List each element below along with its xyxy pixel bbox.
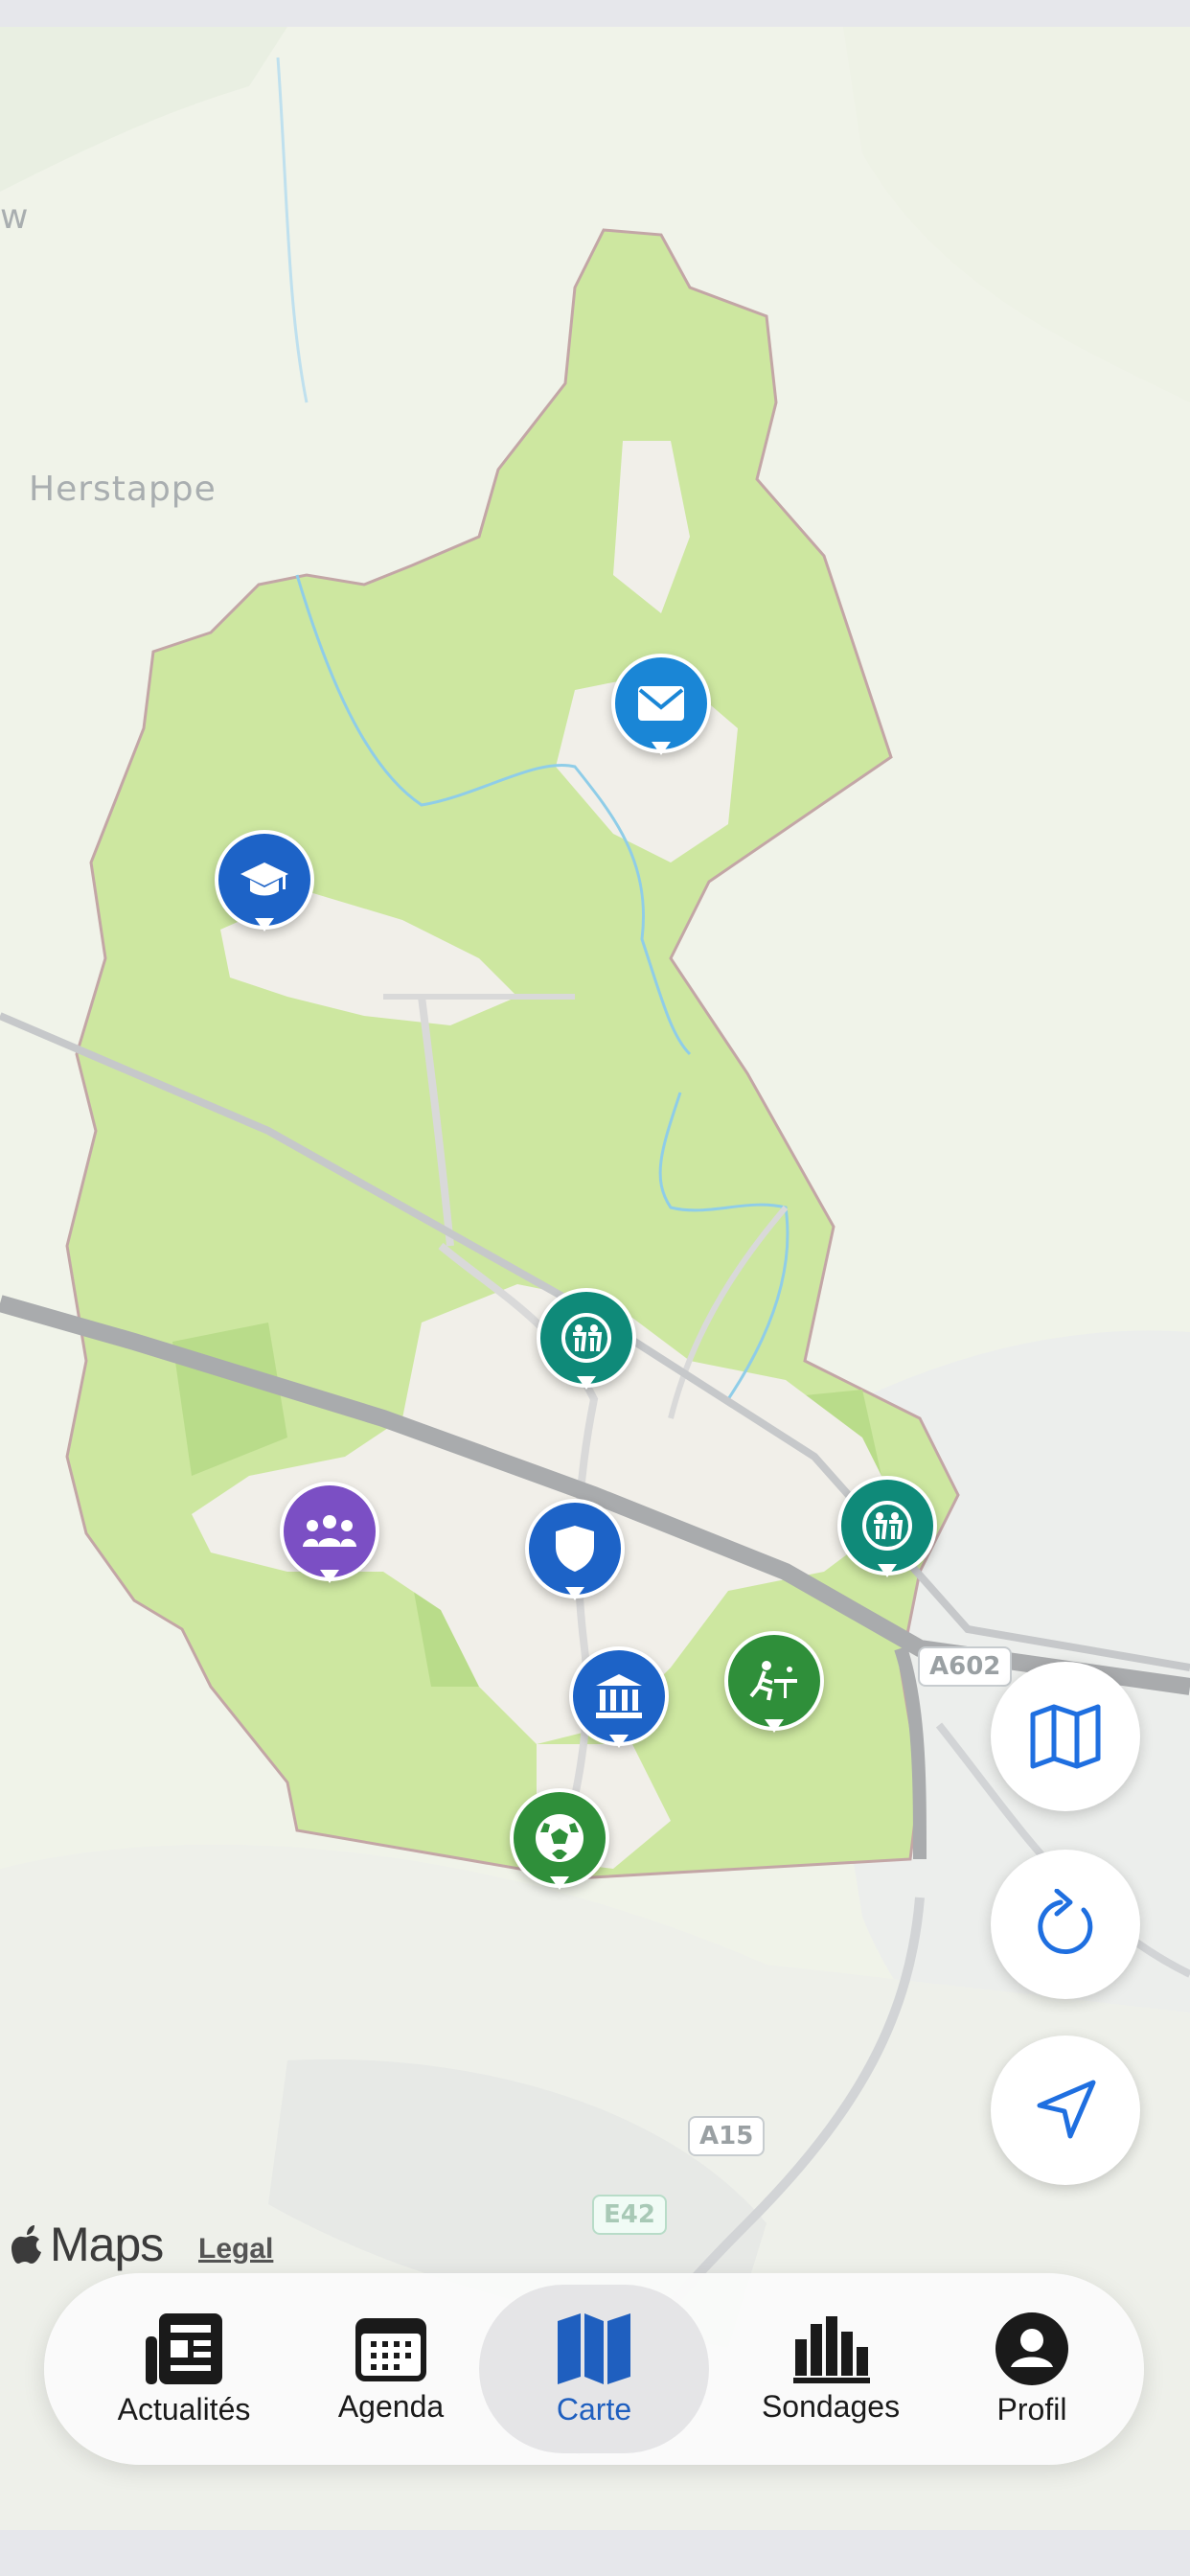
group-icon bbox=[303, 1515, 356, 1547]
tab-agenda-label: Agenda bbox=[337, 2388, 445, 2424]
profile-icon bbox=[995, 2312, 1068, 2385]
status-bar bbox=[0, 0, 1190, 27]
tab-carte[interactable]: Carte bbox=[479, 2285, 709, 2453]
association-pin[interactable] bbox=[280, 1482, 379, 1597]
home-indicator-area bbox=[0, 2530, 1190, 2576]
maps-wordmark: Maps bbox=[50, 2218, 164, 2271]
refresh-icon bbox=[1038, 1889, 1093, 1954]
map-view[interactable]: Herstappe w A602 A15 E42 Maps Legal bbox=[0, 27, 1190, 2530]
graduation-cap-icon bbox=[240, 862, 288, 896]
map-layers-icon bbox=[1030, 1704, 1101, 1769]
town-hall-pin[interactable] bbox=[569, 1646, 669, 1761]
road-shield-a602: A602 bbox=[918, 1646, 1013, 1687]
tab-carte-label: Carte bbox=[556, 2391, 632, 2426]
children-icon bbox=[561, 1313, 611, 1363]
map-icon bbox=[558, 2312, 630, 2384]
tab-agenda[interactable]: Agenda bbox=[303, 2285, 479, 2453]
playground-pin-2[interactable] bbox=[837, 1476, 937, 1591]
tab-profil-label: Profil bbox=[996, 2391, 1067, 2426]
tab-actualites-label: Actualités bbox=[117, 2391, 251, 2426]
apple-logo-icon bbox=[11, 2225, 41, 2264]
road-shield-a15: A15 bbox=[688, 2116, 766, 2156]
pingpong-icon bbox=[749, 1661, 797, 1701]
legal-link[interactable]: Legal bbox=[198, 2233, 273, 2266]
playground-pin[interactable] bbox=[537, 1288, 636, 1403]
football-pin[interactable] bbox=[510, 1788, 609, 1903]
police-pin[interactable] bbox=[525, 1499, 625, 1614]
bar-chart-icon bbox=[793, 2315, 870, 2383]
locate-button[interactable] bbox=[991, 2036, 1140, 2185]
calendar-icon bbox=[355, 2317, 426, 2381]
maps-attribution: Maps bbox=[11, 2217, 164, 2272]
children-icon bbox=[862, 1501, 912, 1551]
soccer-ball-icon bbox=[536, 1814, 584, 1862]
envelope-icon bbox=[638, 686, 684, 721]
tab-sondages-label: Sondages bbox=[761, 2388, 901, 2424]
sport-pin[interactable] bbox=[724, 1631, 824, 1746]
tab-bar: Actualités Agenda Carte Sondages Profil bbox=[44, 2273, 1144, 2465]
school-pin[interactable] bbox=[215, 830, 314, 945]
institution-icon bbox=[596, 1674, 642, 1718]
map-type-button[interactable] bbox=[991, 1662, 1140, 1811]
refresh-button[interactable] bbox=[991, 1850, 1140, 1999]
location-arrow-icon bbox=[1037, 2080, 1096, 2139]
tab-sondages[interactable]: Sondages bbox=[722, 2285, 939, 2453]
newspaper-icon bbox=[146, 2312, 222, 2384]
tab-profil[interactable]: Profil bbox=[950, 2285, 1113, 2453]
place-label-herstappe: Herstappe bbox=[29, 470, 217, 509]
post-office-pin[interactable] bbox=[611, 654, 711, 769]
tab-actualites[interactable]: Actualités bbox=[82, 2285, 286, 2453]
road-shield-e42: E42 bbox=[592, 2195, 667, 2235]
shield-icon bbox=[556, 1526, 594, 1572]
place-label-partial: w bbox=[0, 197, 30, 237]
